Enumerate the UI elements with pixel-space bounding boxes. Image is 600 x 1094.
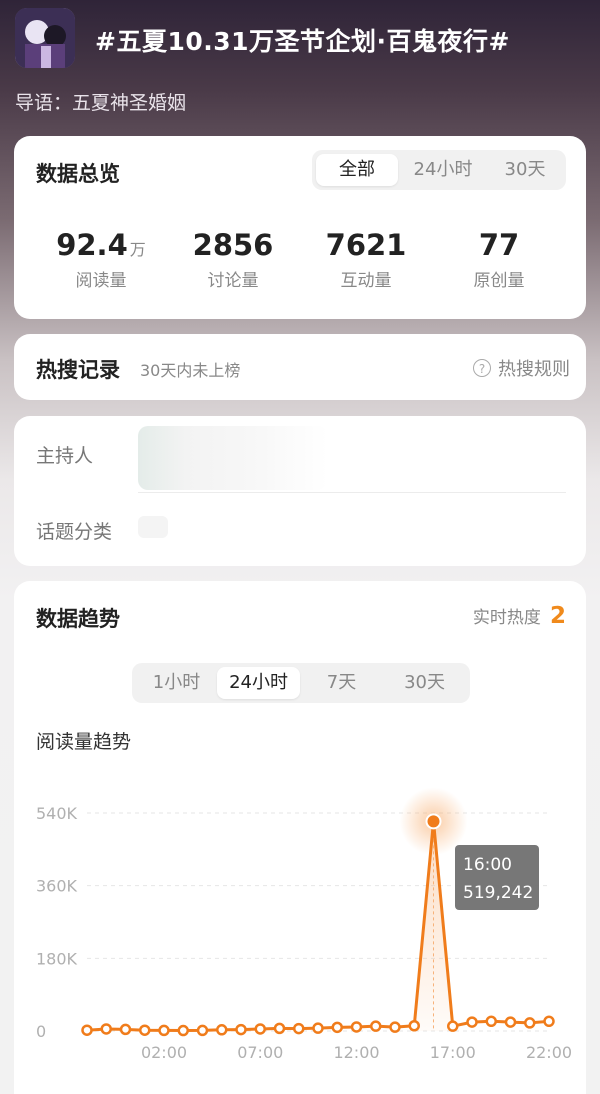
stat-read-value: 92.4	[56, 228, 128, 262]
stat-original: 77 原创量	[439, 228, 559, 291]
stat-interact-value: 7621	[325, 228, 407, 262]
tab-7d[interactable]: 7天	[300, 667, 383, 699]
trend-tabs: 1小时 24小时 7天 30天	[132, 663, 470, 703]
stat-interact-label: 互动量	[340, 271, 392, 291]
stat-discuss-label: 讨论量	[207, 271, 259, 291]
topic-info-card: 主持人 话题分类	[14, 416, 586, 566]
category-value-blurred	[138, 516, 168, 538]
stat-discuss-value: 2856	[192, 228, 274, 262]
topic-avatar[interactable]	[15, 8, 75, 68]
topic-guide: 导语：五夏神圣婚姻	[15, 92, 187, 114]
tab-30d[interactable]: 30天	[488, 154, 562, 186]
stat-original-value: 77	[478, 228, 520, 262]
realtime-heat-value: 2	[549, 603, 566, 629]
overview-card: 数据总览 全部 24小时 30天 92.4 万 阅读量 2856 讨论量 7621…	[14, 136, 586, 319]
topic-header: #五夏10.31万圣节企划·百鬼夜行# 导语：五夏神圣婚姻	[0, 0, 600, 130]
realtime-heat-label: 实时热度	[472, 608, 541, 628]
stat-read: 92.4 万 阅读量	[41, 228, 161, 291]
hot-search-card[interactable]: 热搜记录 30天内未上榜 ? 热搜规则	[14, 334, 586, 400]
overview-title: 数据总览	[36, 162, 120, 186]
host-avatar-blurred[interactable]	[138, 426, 328, 490]
overview-tabs: 全部 24小时 30天	[312, 150, 566, 190]
hot-search-rules-label: 热搜规则	[498, 359, 570, 380]
tab-all[interactable]: 全部	[316, 154, 398, 186]
chart-title: 阅读量趋势	[36, 731, 132, 753]
question-circle-icon: ?	[473, 359, 491, 377]
stat-read-label: 阅读量	[75, 271, 127, 291]
stat-discuss: 2856 讨论量	[173, 228, 293, 291]
trend-title: 数据趋势	[36, 607, 120, 631]
tab-1h[interactable]: 1小时	[136, 667, 217, 699]
hot-search-subtitle: 30天内未上榜	[140, 361, 241, 380]
realtime-heat: 实时热度 2	[473, 603, 566, 629]
stat-interact: 7621 互动量	[306, 228, 426, 291]
stat-original-label: 原创量	[473, 271, 525, 291]
tab-trend-30d[interactable]: 30天	[383, 667, 466, 699]
hot-search-title: 热搜记录	[36, 358, 120, 382]
stat-read-unit: 万	[129, 240, 146, 259]
category-label: 话题分类	[36, 521, 113, 543]
tab-trend-24h[interactable]: 24小时	[217, 667, 301, 699]
trend-card: 数据趋势 实时热度 2 1小时 24小时 7天 30天 阅读量趋势	[14, 581, 586, 1094]
avatar-image	[15, 8, 75, 68]
tab-24h[interactable]: 24小时	[398, 154, 488, 186]
hot-search-rules[interactable]: ? 热搜规则	[473, 355, 570, 381]
topic-title: #五夏10.31万圣节企划·百鬼夜行#	[95, 27, 510, 56]
host-label: 主持人	[36, 445, 94, 467]
info-divider	[138, 492, 566, 493]
